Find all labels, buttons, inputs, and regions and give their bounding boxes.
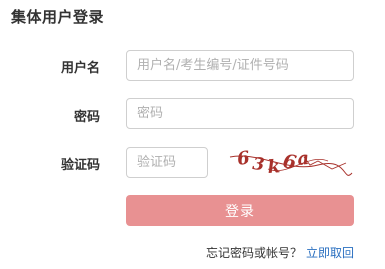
forgot-question: 忘记密码或帐号？	[205, 246, 302, 260]
username-label: 用户名	[60, 61, 100, 76]
svg-text:k: k	[267, 156, 281, 178]
group-login-panel: 集体用户登录 用户名 密码 验证码 6 3 k 6 a 登录 忘记密码或帐号？ 立…	[0, 0, 385, 269]
password-label: 密码	[73, 110, 100, 125]
forgot-row: 忘记密码或帐号？ 立即取回	[206, 244, 354, 261]
captcha-input[interactable]	[126, 147, 208, 178]
captcha-label: 验证码	[60, 158, 100, 173]
password-input[interactable]	[126, 98, 354, 129]
username-input[interactable]	[126, 50, 354, 81]
login-button[interactable]: 登录	[126, 195, 354, 226]
svg-text:3: 3	[251, 154, 265, 175]
svg-text:6: 6	[281, 150, 298, 174]
captcha-image[interactable]: 6 3 k 6 a	[228, 143, 353, 183]
svg-text:6: 6	[236, 147, 252, 170]
page-title: 集体用户登录	[11, 8, 105, 26]
retrieve-link[interactable]: 立即取回	[306, 246, 354, 260]
svg-text:a: a	[296, 148, 310, 170]
